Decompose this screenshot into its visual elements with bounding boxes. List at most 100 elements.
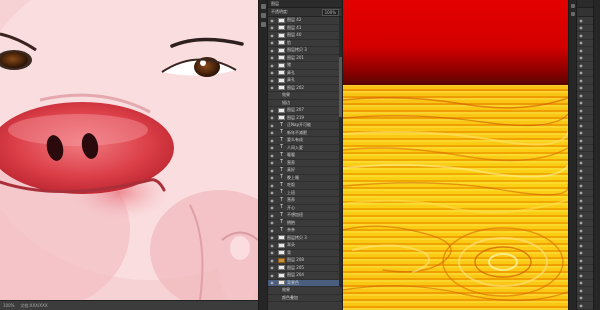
eye-icon[interactable]: ◉	[577, 153, 585, 158]
eye-icon[interactable]: ◉	[268, 48, 276, 53]
eye-icon[interactable]: ◉	[577, 48, 585, 53]
layer-row[interactable]: ◉	[577, 122, 593, 130]
properties-icon[interactable]	[261, 13, 266, 18]
eye-icon[interactable]: ◉	[577, 100, 585, 105]
eye-icon[interactable]: ◉	[577, 205, 585, 210]
layer-row[interactable]: ◉ 猪	[268, 62, 342, 70]
layer-row[interactable]: ◉ 图层 201	[268, 55, 342, 62]
properties-icon[interactable]	[571, 12, 575, 16]
layer-row[interactable]: ◉	[577, 205, 593, 212]
eye-icon[interactable]: ◉	[268, 220, 276, 225]
layer-row[interactable]: ◉ T 拥抱	[268, 220, 342, 227]
eye-icon[interactable]: ◉	[577, 25, 585, 30]
eye-icon[interactable]: ◉	[268, 175, 276, 180]
layer-row[interactable]: 效果	[268, 92, 342, 100]
layer-row[interactable]: 效果	[268, 287, 342, 295]
eye-icon[interactable]: ◉	[268, 280, 276, 285]
layer-row[interactable]: ◉	[577, 242, 593, 250]
eye-icon[interactable]: ◉	[268, 153, 276, 158]
layer-row[interactable]: ◉	[577, 287, 593, 295]
eye-icon[interactable]: ◉	[268, 168, 276, 173]
layer-row[interactable]: ◉ 脸	[268, 40, 342, 47]
layer-row[interactable]: ◉	[577, 92, 593, 100]
eye-icon[interactable]: ◉	[577, 198, 585, 203]
eye-icon[interactable]: ◉	[268, 243, 276, 248]
layer-row[interactable]: ◉ T 营养	[268, 160, 342, 167]
layer-row[interactable]: ◉ 图层 202	[268, 85, 342, 92]
eye-icon[interactable]: ◉	[268, 198, 276, 203]
eye-icon[interactable]: ◉	[577, 288, 585, 293]
eye-icon[interactable]: ◉	[577, 213, 585, 218]
layer-row[interactable]: ◉	[577, 227, 593, 235]
eye-icon[interactable]: ◉	[268, 213, 276, 218]
layer-row[interactable]: ◉	[577, 220, 593, 227]
layer-row[interactable]: ◉	[577, 280, 593, 287]
layer-row[interactable]: ◉	[577, 137, 593, 145]
layer-row[interactable]: ◉ 图层 208	[268, 257, 342, 265]
layer-row[interactable]: ◉ T 上班	[268, 190, 342, 197]
eye-icon[interactable]: ◉	[268, 115, 276, 120]
layer-row[interactable]: ◉	[577, 235, 593, 242]
layer-row[interactable]: ◉	[577, 175, 593, 182]
layer-row[interactable]: ◉	[577, 85, 593, 92]
layer-row[interactable]: ◉ 图层 204	[268, 272, 342, 280]
eye-icon[interactable]: ◉	[268, 130, 276, 135]
eye-icon[interactable]: ◉	[577, 280, 585, 285]
eye-icon[interactable]: ◉	[577, 55, 585, 60]
eye-icon[interactable]: ◉	[577, 258, 585, 263]
layer-row[interactable]: ◉ T 新年不减肥	[268, 130, 342, 137]
layers-scrollbar[interactable]	[339, 17, 342, 287]
layer-row[interactable]: ◉	[577, 212, 593, 220]
layer-row[interactable]: 描边	[268, 100, 342, 107]
eye-icon[interactable]: ◉	[577, 78, 585, 83]
eye-icon[interactable]: ◉	[577, 18, 585, 23]
eye-icon[interactable]: ◉	[577, 138, 585, 143]
layer-row[interactable]: ◉	[577, 182, 593, 190]
eye-icon[interactable]: ◉	[268, 235, 276, 240]
eye-icon[interactable]: ◉	[268, 138, 276, 143]
eye-icon[interactable]: ◉	[577, 220, 585, 225]
tab-layers[interactable]: 图层	[271, 1, 279, 7]
layer-row[interactable]: ◉	[577, 272, 593, 280]
eye-icon[interactable]: ◉	[577, 85, 585, 90]
eye-icon[interactable]: ◉	[577, 265, 585, 270]
eye-icon[interactable]: ◉	[268, 190, 276, 195]
eye-icon[interactable]: ◉	[268, 18, 276, 23]
layer-row[interactable]: ◉	[577, 295, 593, 302]
eye-icon[interactable]: ◉	[577, 183, 585, 188]
opacity-field[interactable]: 100%	[321, 8, 339, 16]
eye-icon[interactable]: ◉	[577, 168, 585, 173]
eye-icon[interactable]: ◉	[268, 123, 276, 128]
eye-icon[interactable]: ◉	[577, 250, 585, 255]
history-icon[interactable]	[571, 4, 575, 8]
eye-icon[interactable]: ◉	[577, 295, 585, 300]
layer-row[interactable]: ◉ T 晚上睡	[268, 175, 342, 182]
layer-row[interactable]: ◉ 图层拷贝 3	[268, 235, 342, 242]
eye-icon[interactable]: ◉	[268, 265, 276, 270]
layer-row[interactable]: ◉ 背	[268, 250, 342, 257]
history-icon[interactable]	[261, 4, 266, 9]
eye-icon[interactable]: ◉	[577, 63, 585, 68]
layer-row[interactable]: ◉	[577, 197, 593, 205]
eye-icon[interactable]: ◉	[577, 228, 585, 233]
eye-icon[interactable]: ◉	[577, 33, 585, 38]
layer-row[interactable]: ◉	[577, 130, 593, 137]
layer-row[interactable]: ◉ 鼻孔	[268, 70, 342, 77]
eye-icon[interactable]: ◉	[268, 228, 276, 233]
eye-icon[interactable]: ◉	[268, 85, 276, 90]
layer-row[interactable]: ◉	[577, 25, 593, 32]
layer-row[interactable]: ◉	[577, 55, 593, 62]
eye-icon[interactable]: ◉	[577, 175, 585, 180]
layer-row[interactable]: ◉	[577, 40, 593, 47]
layer-row[interactable]: ◉ 鼻孔	[268, 77, 342, 85]
layer-row[interactable]: ◉	[577, 62, 593, 70]
layer-row[interactable]: ◉ T 亲亲	[268, 227, 342, 235]
layer-row[interactable]: ◉	[577, 32, 593, 40]
eye-icon[interactable]: ◉	[577, 115, 585, 120]
eye-icon[interactable]: ◉	[577, 108, 585, 113]
eye-icon[interactable]: ◉	[268, 70, 276, 75]
eye-icon[interactable]: ◉	[577, 160, 585, 165]
layer-row[interactable]: ◉	[577, 17, 593, 25]
eye-icon[interactable]: ◉	[268, 78, 276, 83]
eye-icon[interactable]: ◉	[268, 55, 276, 60]
